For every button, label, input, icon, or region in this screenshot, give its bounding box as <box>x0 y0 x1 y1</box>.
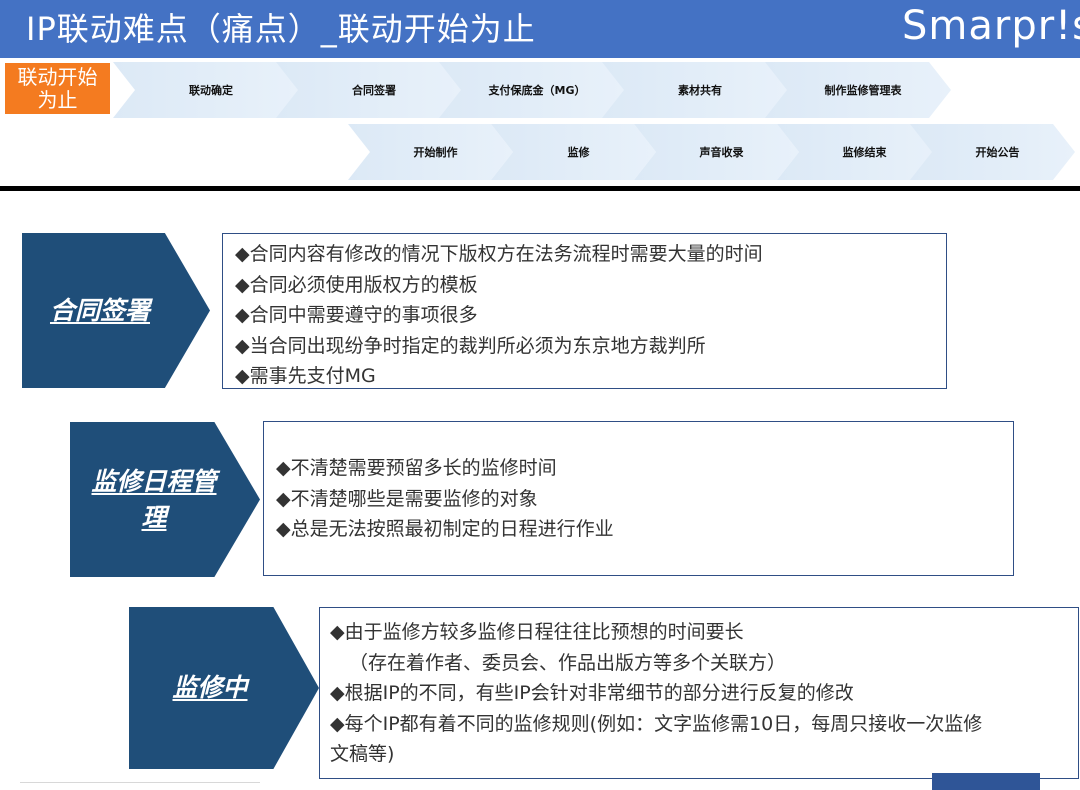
section-label-in-review: 监修中 <box>172 673 248 702</box>
pain-point: ◆合同必须使用版权方的模板 <box>235 273 478 296</box>
pain-point: ◆由于监修方较多监修日程往往比预想的时间要长 <box>330 621 744 643</box>
footer-line <box>20 782 260 783</box>
flow-start-label-line: 为止 <box>37 87 78 112</box>
flow-step-announcement: 开始公告 <box>910 124 1075 180</box>
flow-step-contract-signing: 合同签署 <box>276 62 462 118</box>
pain-point: ◆不清楚哪些是需要监修的对象 <box>276 487 538 510</box>
section-chevron-in-review: 监修中 <box>129 607 319 769</box>
pain-point: ◆总是无法按照最初制定的日程进行作业 <box>276 518 614 540</box>
section-chevron-schedule: 监修日程管 理 <box>70 422 260 577</box>
pain-point: 文稿等) <box>330 743 395 765</box>
page-title: IP联动难点（痛点）_联动开始为止 <box>26 10 536 48</box>
section-label-line: 监修日程管 <box>91 466 217 496</box>
pain-point: （存在着作者、委员会、作品出版方等多个关联方） <box>349 651 787 674</box>
pain-point: ◆需事先支付MG <box>235 365 376 387</box>
pain-point: ◆不清楚需要预留多长的监修时间 <box>276 457 557 479</box>
flow-step-contract-confirmed: 联动确定 <box>113 62 299 118</box>
header-bar: IP联动难点（痛点）_联动开始为止 Smarpr!se <box>0 0 1080 58</box>
timeline-divider <box>0 186 1080 191</box>
section-label-contract: 合同签署 <box>49 295 150 325</box>
flow-step-supervision-table: 制作监修管理表 <box>765 62 951 118</box>
pain-point: ◆当合同出现纷争时指定的裁判所必须为东京地方裁判所 <box>235 334 706 357</box>
pain-point: ◆合同内容有修改的情况下版权方在法务流程时需要大量的时间 <box>235 243 763 265</box>
flow-step-mg-payment: 支付保底金（MG） <box>439 62 625 118</box>
pain-point: ◆根据IP的不同，有些IP会针对非常细节的部分进行反复的修改 <box>330 682 854 704</box>
section-chevron-contract: 合同签署 <box>22 233 210 388</box>
flow-step-material-sharing: 素材共有 <box>602 62 788 118</box>
brand-logo: Smarpr!se <box>902 3 1080 49</box>
footer-bar <box>932 773 1040 790</box>
flow-step-supervision: 监修 <box>491 124 656 180</box>
flow-start-label: 联动开始 为止 <box>5 63 110 114</box>
pain-point: ◆合同中需要遵守的事项很多 <box>235 304 478 326</box>
flow-step-production-start: 开始制作 <box>348 124 513 180</box>
section-box-contract: ◆合同内容有修改的情况下版权方在法务流程时需要大量的时间 ◆合同必须使用版权方的… <box>222 233 947 389</box>
pain-point: ◆每个IP都有着不同的监修规则(例如：文字监修需10日，每周只接收一次监修 <box>330 712 983 735</box>
section-label-line: 理 <box>141 502 167 532</box>
section-box-schedule: ◆不清楚需要预留多长的监修时间 ◆不清楚哪些是需要监修的对象 ◆总是无法按照最初… <box>263 421 1014 576</box>
flow-start-label-line: 联动开始 <box>17 64 98 89</box>
flow-step-voice-recording: 声音收录 <box>634 124 799 180</box>
section-box-in-review: ◆由于监修方较多监修日程往往比预想的时间要长 （存在着作者、委员会、作品出版方等… <box>319 607 1079 779</box>
section-label-schedule: 监修日程管 理 <box>70 464 238 536</box>
